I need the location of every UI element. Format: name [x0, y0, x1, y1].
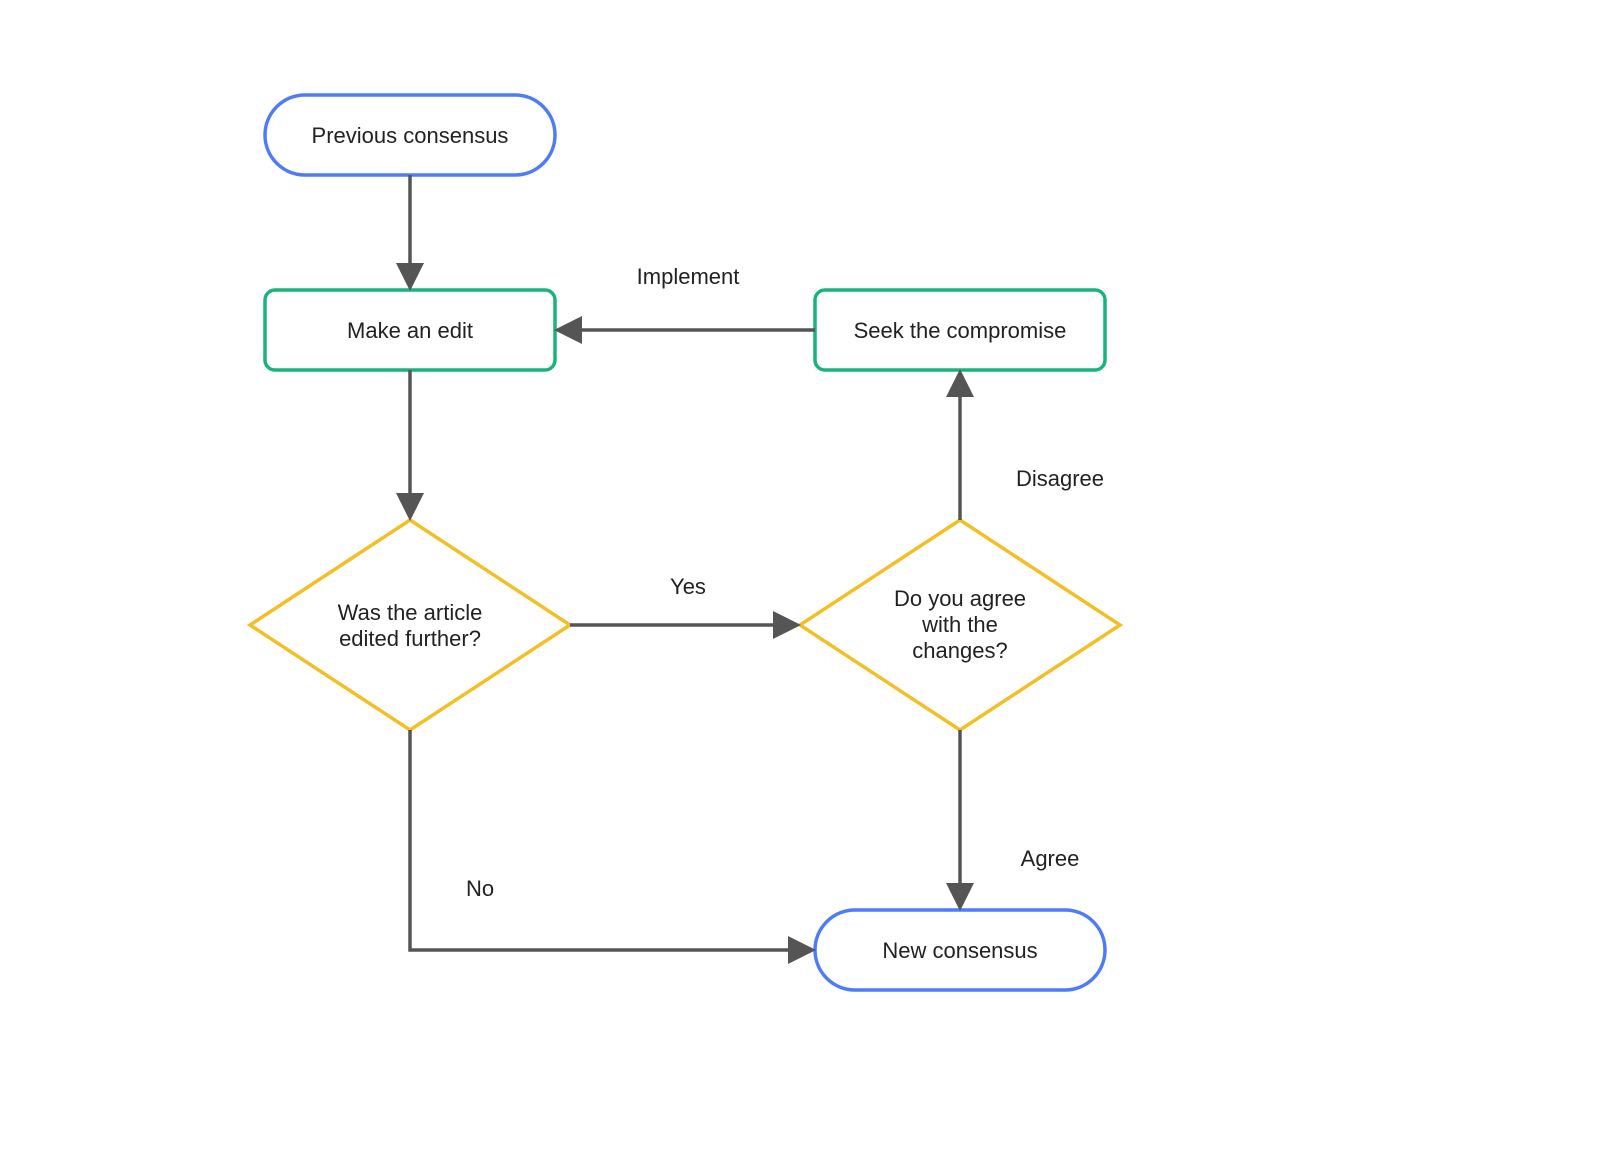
node-decision-edited-further-label-1: Was the article	[338, 600, 483, 625]
node-seek-compromise: Seek the compromise	[815, 290, 1105, 370]
node-previous-consensus: Previous consensus	[265, 95, 555, 175]
node-new-consensus-label: New consensus	[882, 938, 1037, 963]
node-decision-agree-changes: Do you agree with the changes?	[800, 520, 1120, 730]
node-new-consensus: New consensus	[815, 910, 1105, 990]
node-make-edit-label: Make an edit	[347, 318, 473, 343]
edge-label-yes: Yes	[670, 574, 706, 599]
node-decision-edited-further-label-2: edited further?	[339, 626, 481, 651]
flowchart: Previous consensus Make an edit Seek the…	[0, 0, 1624, 1160]
node-decision-agree-changes-label-3: changes?	[912, 638, 1007, 663]
edge-label-no: No	[466, 876, 494, 901]
node-previous-consensus-label: Previous consensus	[312, 123, 509, 148]
edge-q1-to-new	[410, 730, 809, 950]
edge-label-implement: Implement	[637, 264, 740, 289]
edge-label-agree: Agree	[1021, 846, 1080, 871]
node-decision-agree-changes-label-2: with the	[921, 612, 998, 637]
node-decision-agree-changes-label-1: Do you agree	[894, 586, 1026, 611]
node-decision-edited-further: Was the article edited further?	[250, 520, 570, 730]
edge-label-disagree: Disagree	[1016, 466, 1104, 491]
node-seek-compromise-label: Seek the compromise	[854, 318, 1067, 343]
node-make-edit: Make an edit	[265, 290, 555, 370]
